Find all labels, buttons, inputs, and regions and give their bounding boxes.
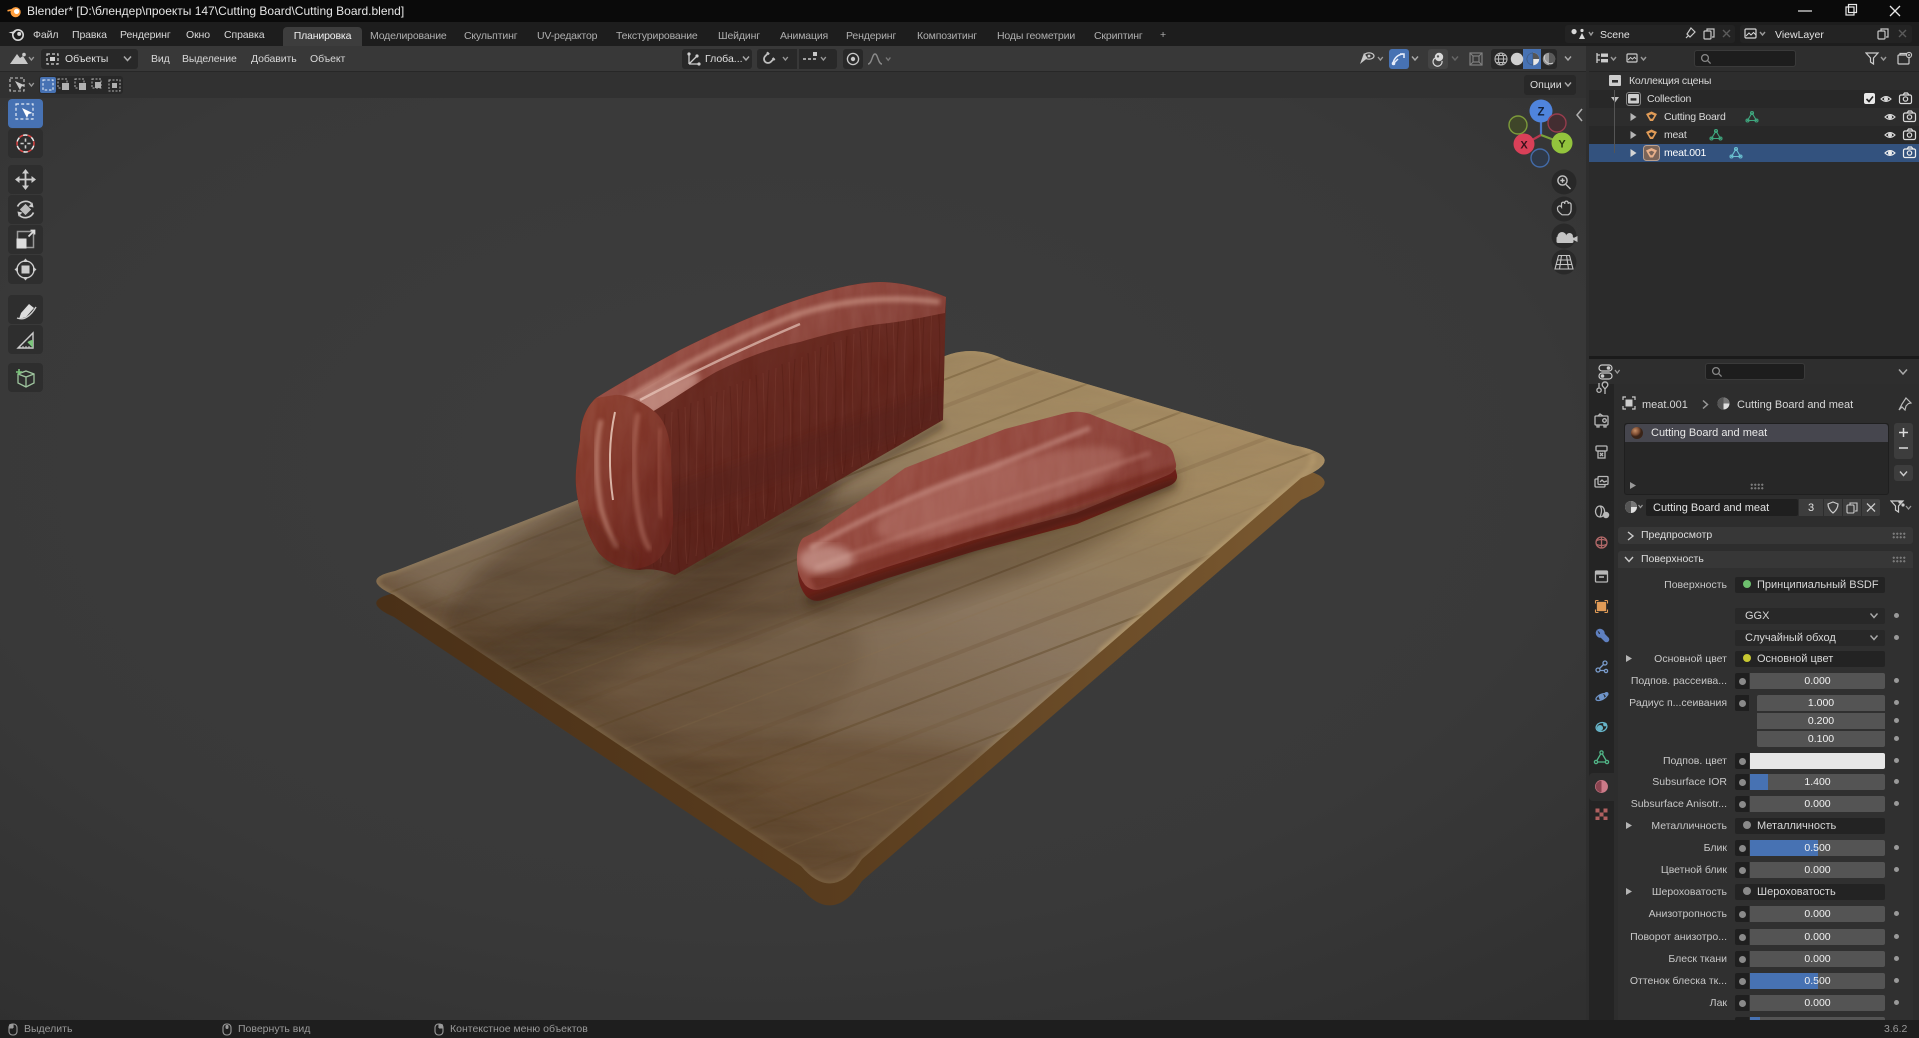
svg-text:Z: Z xyxy=(1537,107,1544,119)
svg-text:Y: Y xyxy=(1558,139,1566,151)
svg-text:X: X xyxy=(1520,140,1528,152)
